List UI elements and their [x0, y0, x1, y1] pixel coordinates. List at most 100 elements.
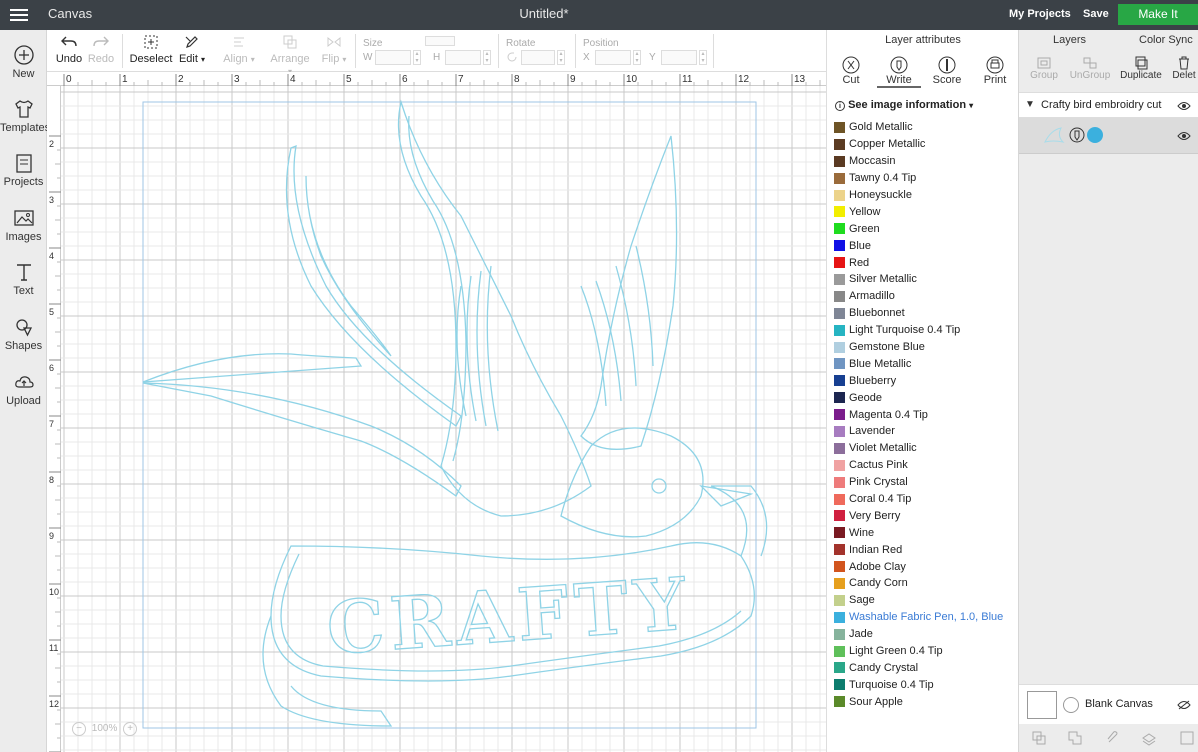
pen-color-item[interactable]: Red: [834, 254, 1019, 271]
eye-icon[interactable]: [1177, 101, 1191, 111]
sidebar-item-text[interactable]: Text: [0, 261, 47, 297]
my-projects-link[interactable]: My Projects: [1009, 8, 1071, 20]
bird-back-wing-inner[interactable]: [305, 175, 392, 357]
save-button[interactable]: Save: [1083, 8, 1109, 20]
attach-icon[interactable]: [1105, 730, 1121, 746]
rotate-stepper[interactable]: ▴ ▾: [557, 50, 565, 65]
deselect-button[interactable]: Deselect: [129, 34, 173, 65]
weld-icon[interactable]: [1067, 730, 1083, 746]
bird-beak[interactable]: [699, 485, 754, 507]
position-y-input[interactable]: [661, 50, 697, 65]
width-input[interactable]: [375, 50, 411, 65]
pen-color-item[interactable]: Tawny 0.4 Tip: [834, 170, 1019, 187]
zoom-in-button[interactable]: +: [123, 722, 138, 736]
pen-color-item[interactable]: Candy Corn: [834, 575, 1019, 592]
make-it-button[interactable]: Make It: [1118, 4, 1198, 25]
layer-group-row[interactable]: ▼ Crafty bird embroidry cut: [1019, 92, 1198, 118]
pen-color-item[interactable]: Green: [834, 220, 1019, 237]
lock-proportions-toggle[interactable]: [425, 36, 455, 46]
tab-write[interactable]: Write: [877, 56, 921, 88]
pen-color-item[interactable]: Blue Metallic: [834, 355, 1019, 372]
pen-color-item[interactable]: Violet Metallic: [834, 440, 1019, 457]
pen-color-item[interactable]: Blue: [834, 237, 1019, 254]
align-dropdown-button[interactable]: Align ▾: [219, 34, 259, 65]
pen-color-item[interactable]: Moccasin: [834, 153, 1019, 170]
layer-color-dot[interactable]: [1087, 127, 1103, 143]
pen-color-item[interactable]: Lavender: [834, 423, 1019, 440]
undo-button[interactable]: Undo: [55, 34, 83, 65]
bird-tail-lower[interactable]: [142, 382, 462, 497]
sidebar-item-shapes[interactable]: Shapes: [0, 316, 47, 352]
pen-color-item[interactable]: Wine: [834, 524, 1019, 541]
sidebar-item-new[interactable]: New: [0, 44, 47, 80]
pen-color-item[interactable]: Sage: [834, 592, 1019, 609]
crafty-bird-design[interactable]: CRAFTY: [61, 86, 826, 752]
tab-cut[interactable]: Cut: [829, 56, 873, 86]
position-y-stepper[interactable]: ▴ ▾: [699, 50, 707, 65]
bird-body[interactable]: [397, 99, 592, 517]
bird-back-wing[interactable]: [285, 144, 462, 427]
bird-front-wing[interactable]: [580, 135, 678, 450]
pen-color-item[interactable]: Adobe Clay: [834, 558, 1019, 575]
canvas-color-circle[interactable]: [1063, 697, 1079, 713]
bird-front-wing-feathers[interactable]: [580, 245, 654, 407]
edit-dropdown-button[interactable]: Edit ▾: [175, 34, 209, 65]
pen-color-item[interactable]: Gold Metallic: [834, 119, 1019, 136]
rotate-input[interactable]: [521, 50, 555, 65]
bird-eye[interactable]: [651, 478, 667, 494]
pen-color-item[interactable]: Bluebonnet: [834, 305, 1019, 322]
pen-color-item[interactable]: Light Green 0.4 Tip: [834, 643, 1019, 660]
pen-color-item[interactable]: Indian Red: [834, 541, 1019, 558]
eye-hidden-icon[interactable]: [1177, 700, 1191, 710]
pen-color-item[interactable]: Yellow: [834, 203, 1019, 220]
position-x-stepper[interactable]: ▴ ▾: [633, 50, 641, 65]
tab-score[interactable]: Score: [925, 56, 969, 86]
see-image-information-toggle[interactable]: i See image information ▾: [835, 99, 973, 111]
slice-icon[interactable]: [1031, 730, 1047, 746]
expand-caret-icon[interactable]: ▼: [1025, 99, 1035, 110]
arrange-dropdown-button[interactable]: Arrange ▾: [267, 34, 313, 77]
delete-button[interactable]: Delet: [1169, 56, 1198, 81]
duplicate-button[interactable]: Duplicate: [1115, 56, 1167, 81]
bird-body-inner[interactable]: [408, 115, 467, 462]
pen-color-item[interactable]: Pink Crystal: [834, 474, 1019, 491]
flatten-icon[interactable]: [1141, 730, 1157, 746]
sidebar-item-images[interactable]: Images: [0, 207, 47, 243]
pen-color-item[interactable]: Cactus Pink: [834, 457, 1019, 474]
layer-item-row[interactable]: [1019, 118, 1198, 154]
tab-color-sync[interactable]: Color Sync: [1139, 34, 1193, 46]
canvas-swatch[interactable]: [1027, 691, 1057, 719]
pen-color-item[interactable]: Sour Apple: [834, 693, 1019, 710]
tab-print[interactable]: Print: [973, 56, 1017, 86]
pen-color-item[interactable]: Magenta 0.4 Tip: [834, 406, 1019, 423]
pen-color-item[interactable]: Geode: [834, 389, 1019, 406]
group-button[interactable]: Group: [1023, 56, 1065, 81]
pen-color-item[interactable]: Washable Fabric Pen, 1.0, Blue: [834, 609, 1019, 626]
width-stepper[interactable]: ▴ ▾: [413, 50, 421, 65]
pen-color-item[interactable]: Blueberry: [834, 372, 1019, 389]
pen-color-item[interactable]: Copper Metallic: [834, 136, 1019, 153]
pen-color-item[interactable]: Very Berry: [834, 507, 1019, 524]
bird-head[interactable]: [560, 427, 704, 538]
ungroup-button[interactable]: UnGroup: [1067, 56, 1113, 81]
pen-color-item[interactable]: Candy Crystal: [834, 660, 1019, 677]
tab-layers[interactable]: Layers: [1053, 34, 1086, 46]
blank-canvas-row[interactable]: Blank Canvas: [1019, 684, 1198, 724]
position-x-input[interactable]: [595, 50, 631, 65]
banner-text-crafty[interactable]: CRAFTY: [323, 560, 694, 672]
pen-color-item[interactable]: Coral 0.4 Tip: [834, 491, 1019, 508]
height-stepper[interactable]: ▴ ▾: [483, 50, 491, 65]
pen-color-item[interactable]: Silver Metallic: [834, 271, 1019, 288]
flip-dropdown-button[interactable]: Flip ▾: [317, 34, 351, 65]
sidebar-item-projects[interactable]: Projects: [0, 152, 47, 188]
pen-color-item[interactable]: Jade: [834, 626, 1019, 643]
pen-color-item[interactable]: Armadillo: [834, 288, 1019, 305]
pen-color-item[interactable]: Turquoise 0.4 Tip: [834, 676, 1019, 693]
contour-icon[interactable]: [1179, 730, 1195, 746]
height-input[interactable]: [445, 50, 481, 65]
eye-icon[interactable]: [1177, 131, 1191, 141]
design-canvas[interactable]: CRAFTY: [61, 86, 826, 752]
zoom-out-button[interactable]: −: [72, 722, 86, 736]
sidebar-item-upload[interactable]: Upload: [0, 371, 47, 407]
bird-tail[interactable]: [142, 353, 363, 383]
